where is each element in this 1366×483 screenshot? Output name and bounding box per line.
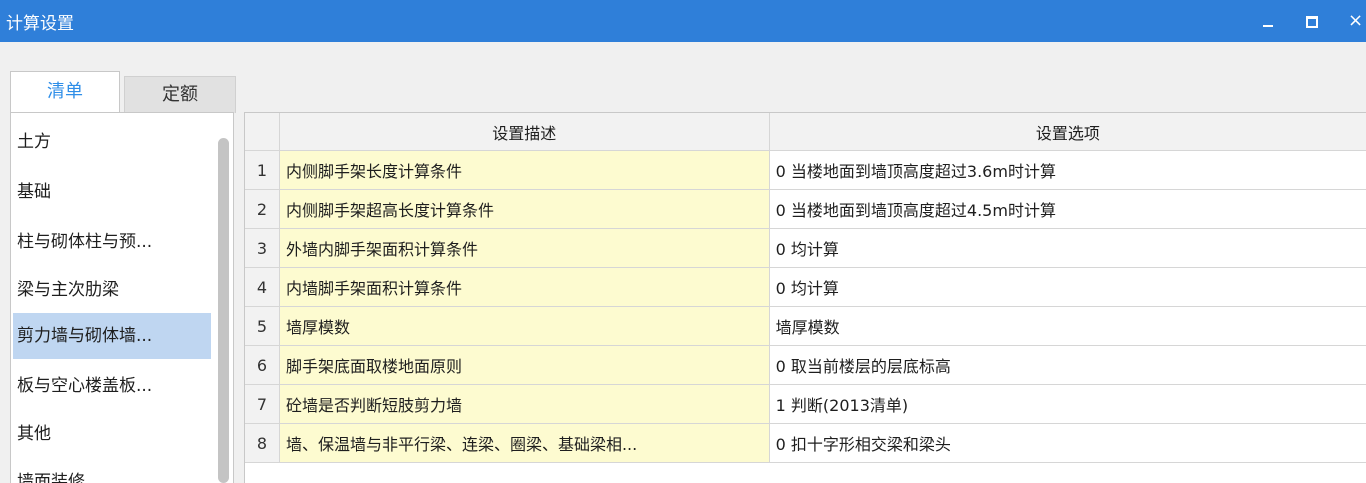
- title-bar: 计算设置 ×: [0, 0, 1366, 42]
- category-list: 土方 基础 柱与砌体柱与预... 梁与主次肋梁 剪力墙与砌体墙... 板与空心楼…: [10, 112, 234, 483]
- category-item-column[interactable]: 柱与砌体柱与预...: [13, 219, 211, 265]
- row-description: 内侧脚手架超高长度计算条件: [279, 189, 770, 229]
- table-row[interactable]: 8 墙、保温墙与非平行梁、连梁、圈梁、基础梁相... 0 扣十字形相交梁和梁头: [245, 423, 1366, 463]
- category-scroll-thumb[interactable]: [218, 138, 229, 483]
- row-option[interactable]: 0 均计算: [769, 267, 1366, 307]
- settings-table: 设置描述 设置选项 1 内侧脚手架长度计算条件 0 当楼地面到墙顶高度超过3.6…: [245, 113, 1366, 463]
- category-item-wall-finish[interactable]: 墙面装修: [13, 459, 211, 483]
- header-option: 设置选项: [769, 113, 1366, 151]
- row-number: 6: [245, 345, 280, 385]
- window-title: 计算设置: [6, 14, 74, 34]
- tab-qingdan[interactable]: 清单: [10, 71, 120, 113]
- row-number: 5: [245, 306, 280, 346]
- category-item-beam[interactable]: 梁与主次肋梁: [13, 267, 211, 313]
- row-option[interactable]: 0 当楼地面到墙顶高度超过4.5m时计算: [769, 189, 1366, 229]
- row-option[interactable]: 1 判断(2013清单): [769, 384, 1366, 424]
- row-description: 内墙脚手架面积计算条件: [279, 267, 770, 307]
- header-num: [245, 113, 280, 151]
- category-scrollbar[interactable]: [216, 113, 229, 483]
- row-option[interactable]: 0 取当前楼层的层底标高: [769, 345, 1366, 385]
- row-description: 内侧脚手架长度计算条件: [279, 150, 770, 190]
- tab-dinge[interactable]: 定额: [124, 76, 236, 113]
- category-item-wall[interactable]: 剪力墙与砌体墙...: [13, 313, 211, 359]
- table-row[interactable]: 1 内侧脚手架长度计算条件 0 当楼地面到墙顶高度超过3.6m时计算: [245, 150, 1366, 190]
- table-header-row: 设置描述 设置选项: [245, 113, 1366, 151]
- row-description: 脚手架底面取楼地面原则: [279, 345, 770, 385]
- close-button[interactable]: ×: [1348, 8, 1366, 34]
- row-number: 7: [245, 384, 280, 424]
- row-description: 砼墙是否判断短肢剪力墙: [279, 384, 770, 424]
- category-item-other[interactable]: 其他: [13, 411, 211, 457]
- minimize-button[interactable]: [1256, 8, 1282, 34]
- category-item-slab[interactable]: 板与空心楼盖板...: [13, 363, 211, 409]
- category-item-tufang[interactable]: 土方: [13, 119, 211, 165]
- row-number: 4: [245, 267, 280, 307]
- table-row[interactable]: 2 内侧脚手架超高长度计算条件 0 当楼地面到墙顶高度超过4.5m时计算: [245, 189, 1366, 229]
- table-row[interactable]: 7 砼墙是否判断短肢剪力墙 1 判断(2013清单): [245, 384, 1366, 424]
- row-number: 8: [245, 423, 280, 463]
- row-option[interactable]: 墙厚模数: [769, 306, 1366, 346]
- table-row[interactable]: 3 外墙内脚手架面积计算条件 0 均计算: [245, 228, 1366, 268]
- row-description: 外墙内脚手架面积计算条件: [279, 228, 770, 268]
- table-row[interactable]: 4 内墙脚手架面积计算条件 0 均计算: [245, 267, 1366, 307]
- row-description: 墙厚模数: [279, 306, 770, 346]
- row-number: 2: [245, 189, 280, 229]
- row-number: 1: [245, 150, 280, 190]
- settings-grid: 设置描述 设置选项 1 内侧脚手架长度计算条件 0 当楼地面到墙顶高度超过3.6…: [244, 112, 1366, 483]
- row-option[interactable]: 0 均计算: [769, 228, 1366, 268]
- maximize-button[interactable]: [1299, 8, 1325, 34]
- table-row[interactable]: 5 墙厚模数 墙厚模数: [245, 306, 1366, 346]
- row-option[interactable]: 0 当楼地面到墙顶高度超过3.6m时计算: [769, 150, 1366, 190]
- row-option[interactable]: 0 扣十字形相交梁和梁头: [769, 423, 1366, 463]
- row-number: 3: [245, 228, 280, 268]
- category-item-jichu[interactable]: 基础: [13, 169, 211, 215]
- header-description: 设置描述: [279, 113, 770, 151]
- table-row[interactable]: 6 脚手架底面取楼地面原则 0 取当前楼层的层底标高: [245, 345, 1366, 385]
- row-description: 墙、保温墙与非平行梁、连梁、圈梁、基础梁相...: [279, 423, 770, 463]
